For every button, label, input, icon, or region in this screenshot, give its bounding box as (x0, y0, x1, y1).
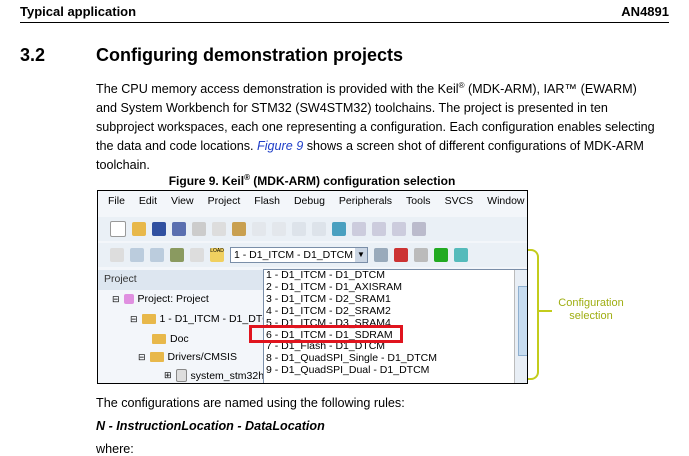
dropdown-scrollbar[interactable] (514, 270, 527, 383)
menu-edit[interactable]: Edit (139, 195, 157, 215)
where-text: where: (96, 442, 134, 456)
redo-icon[interactable] (272, 222, 286, 236)
figure-caption: Figure 9. Keil® (MDK-ARM) configuration … (96, 173, 528, 188)
chevron-down-icon[interactable]: ▼ (355, 248, 367, 262)
menu-flash[interactable]: Flash (254, 195, 280, 215)
translate-icon[interactable] (110, 248, 124, 262)
pack-installer-icon[interactable] (454, 248, 468, 262)
back-icon[interactable] (292, 222, 306, 236)
naming-formula: N - InstructionLocation - DataLocation (96, 419, 325, 433)
scrollbar-thumb[interactable] (518, 286, 527, 356)
callout-label: Configuration selection (558, 297, 624, 322)
dropdown-option[interactable]: 3 - D1_ITCM - D2_SRAM1 (264, 293, 527, 306)
save-all-icon[interactable] (172, 222, 186, 236)
toolbar-file (98, 217, 527, 241)
folder-icon (141, 314, 156, 324)
tree-label: 1 - D1_ITCM - D1_DTCM (159, 313, 279, 325)
collapse-icon[interactable]: ⊟ (112, 294, 120, 305)
header-rule (20, 22, 669, 23)
dropdown-option[interactable]: 4 - D1_ITCM - D2_SRAM2 (264, 305, 527, 318)
undo-icon[interactable] (252, 222, 266, 236)
collapse-icon[interactable]: ⊟ (138, 352, 146, 363)
project-icon (123, 294, 134, 304)
keil-screenshot: File Edit View Project Flash Debug Perip… (97, 190, 528, 384)
header-doc-id: AN4891 (621, 4, 669, 19)
new-file-icon[interactable] (110, 221, 126, 237)
file-icon (175, 369, 187, 382)
menu-tools[interactable]: Tools (406, 195, 431, 215)
build-icon[interactable] (130, 248, 144, 262)
tree-project-root[interactable]: ⊟ Project: Project (112, 293, 209, 305)
bookmark-icon[interactable] (332, 222, 346, 236)
tree-label: Drivers/CMSIS (167, 351, 237, 363)
text: The CPU memory access demonstration is p… (96, 82, 459, 97)
menu-window[interactable]: Window (487, 195, 524, 215)
selected-target: 1 - D1_ITCM - D1_DTCM (234, 249, 354, 261)
menu-file[interactable]: File (108, 195, 125, 215)
figure-9-link[interactable]: Figure 9 (257, 139, 303, 153)
expand-icon[interactable]: ⊞ (164, 370, 172, 381)
rebuild-icon[interactable] (150, 248, 164, 262)
section-number: 3.2 (20, 45, 46, 65)
tree-group-cmsis[interactable]: ⊟ Drivers/CMSIS (138, 351, 237, 363)
load-icon[interactable]: LOAD (210, 248, 224, 262)
indent-icon[interactable] (412, 222, 426, 236)
run-time-env-icon[interactable] (434, 248, 448, 262)
paste-icon[interactable] (232, 222, 246, 236)
copy-icon[interactable] (212, 222, 226, 236)
bookmark-prev-icon[interactable] (352, 222, 366, 236)
header-section-title: Typical application (20, 4, 137, 19)
menu-bar: File Edit View Project Flash Debug Perip… (98, 195, 527, 215)
toolbar-build: LOAD 1 - D1_ITCM - D1_DTCM ▼ (98, 243, 527, 267)
callout-line (538, 310, 552, 312)
target-select[interactable]: 1 - D1_ITCM - D1_DTCM ▼ (230, 247, 368, 263)
menu-peripherals[interactable]: Peripherals (339, 195, 392, 215)
tree-group-doc[interactable]: Doc (152, 333, 189, 345)
callout-bracket (528, 249, 539, 380)
highlight-box (249, 325, 403, 343)
target-options-icon[interactable] (374, 248, 388, 262)
dropdown-option[interactable]: 9 - D1_QuadSPI_Dual - D1_DTCM (264, 364, 527, 377)
menu-svcs[interactable]: SVCS (445, 195, 474, 215)
text: Figure 9. Keil (168, 174, 245, 188)
tree-label: Doc (170, 333, 189, 345)
bookmark-clear-icon[interactable] (392, 222, 406, 236)
intro-paragraph: The CPU memory access demonstration is p… (96, 76, 656, 175)
folder-icon (152, 334, 166, 344)
bookmark-next-icon[interactable] (372, 222, 386, 236)
collapse-icon[interactable]: ⊟ (130, 314, 138, 325)
rules-intro: The configurations are named using the f… (96, 396, 405, 410)
file-extensions-icon[interactable] (414, 248, 428, 262)
open-folder-icon[interactable] (132, 222, 146, 236)
forward-icon[interactable] (312, 222, 326, 236)
menu-project[interactable]: Project (208, 195, 241, 215)
menu-debug[interactable]: Debug (294, 195, 325, 215)
project-panel-header: Project (98, 270, 268, 290)
tree-label: Project: Project (137, 293, 209, 305)
tree-target[interactable]: ⊟ 1 - D1_ITCM - D1_DTCM (130, 313, 279, 325)
folder-icon (149, 352, 164, 362)
stop-build-icon[interactable] (190, 248, 204, 262)
save-icon[interactable] (152, 222, 166, 236)
manage-components-icon[interactable] (394, 248, 408, 262)
batch-build-icon[interactable] (170, 248, 184, 262)
section-title: Configuring demonstration projects (96, 45, 404, 65)
menu-view[interactable]: View (171, 195, 194, 215)
text: (MDK-ARM) configuration selection (249, 174, 456, 188)
cut-icon[interactable] (192, 222, 206, 236)
